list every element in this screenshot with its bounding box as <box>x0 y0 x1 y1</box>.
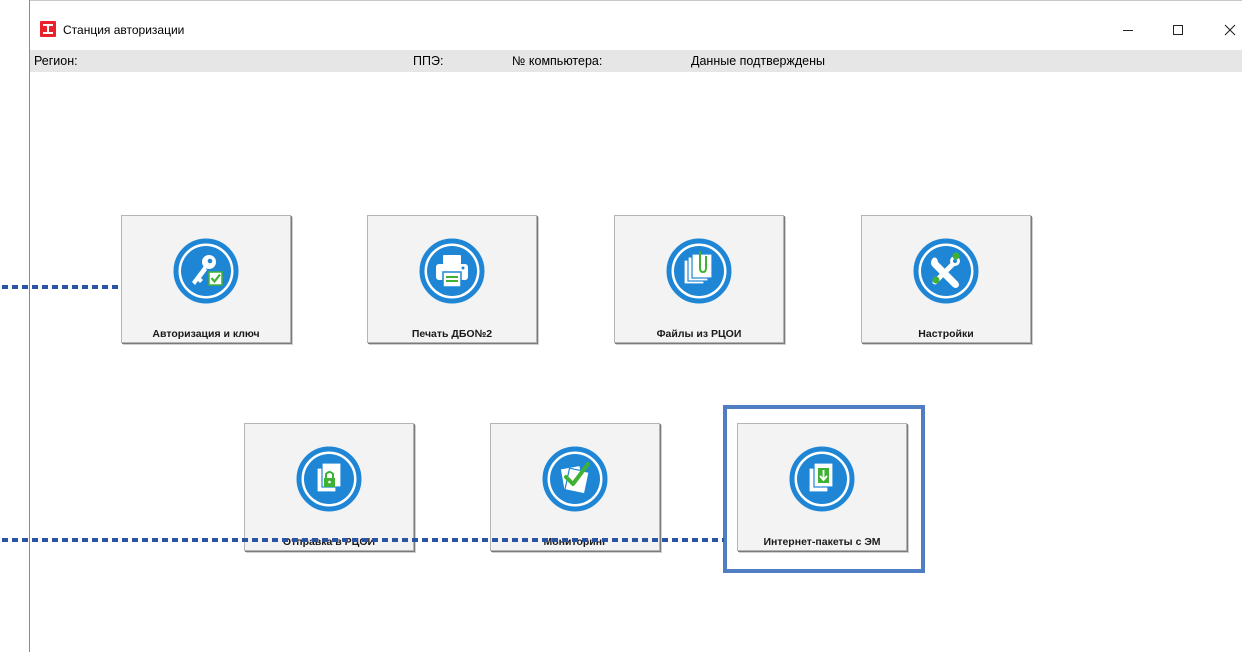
files-from-rcoi-button[interactable]: Файлы из РЦОИ <box>614 215 784 343</box>
app-window: Станция авторизации Регион: ППЭ: № компь… <box>0 0 1242 652</box>
app-logo-icon <box>40 21 56 37</box>
send-to-rcoi-button[interactable]: Отправка в РЦОИ <box>244 423 414 551</box>
region-label: Регион: <box>34 54 78 68</box>
monitoring-button[interactable]: Мониторинг <box>490 423 660 551</box>
print-dbo2-button[interactable]: Печать ДБО№2 <box>367 215 537 343</box>
tile-label: Отправка в РЦОИ <box>282 536 376 548</box>
title-bar[interactable]: Станция авторизации <box>30 1 1242 45</box>
maximize-icon <box>1173 25 1183 35</box>
tile-label: Мониторинг <box>543 536 607 548</box>
minimize-icon <box>1123 30 1133 31</box>
tile-label: Настройки <box>918 328 974 340</box>
printer-icon <box>419 238 485 304</box>
pointer-line-top <box>2 285 122 289</box>
key-check-icon <box>173 238 239 304</box>
minimize-button[interactable] <box>1108 15 1148 45</box>
check-pages-icon <box>542 446 608 512</box>
ppe-label: ППЭ: <box>413 54 444 68</box>
files-clip-icon <box>666 238 732 304</box>
maximize-button[interactable] <box>1158 15 1198 45</box>
data-confirmed-label: Данные подтверждены <box>691 54 825 68</box>
close-icon <box>1224 24 1236 36</box>
authorization-key-button[interactable]: Авторизация и ключ <box>121 215 291 343</box>
window-title: Станция авторизации <box>63 23 185 37</box>
window-left-border <box>29 0 30 652</box>
settings-button[interactable]: Настройки <box>861 215 1031 343</box>
tile-label: Файлы из РЦОИ <box>656 328 742 340</box>
status-bar: Регион: ППЭ: № компьютера: Данные подтве… <box>30 50 1242 72</box>
tile-label: Интернет-пакеты с ЭМ <box>763 536 881 548</box>
tile-label: Авторизация и ключ <box>152 328 260 340</box>
computer-number-label: № компьютера: <box>512 54 603 68</box>
close-button[interactable] <box>1210 15 1242 45</box>
download-pages-icon <box>789 446 855 512</box>
locked-files-icon <box>296 446 362 512</box>
tile-label: Печать ДБО№2 <box>411 328 493 340</box>
internet-packages-em-button[interactable]: Интернет-пакеты с ЭМ <box>737 423 907 551</box>
tools-gears-icon <box>913 238 979 304</box>
